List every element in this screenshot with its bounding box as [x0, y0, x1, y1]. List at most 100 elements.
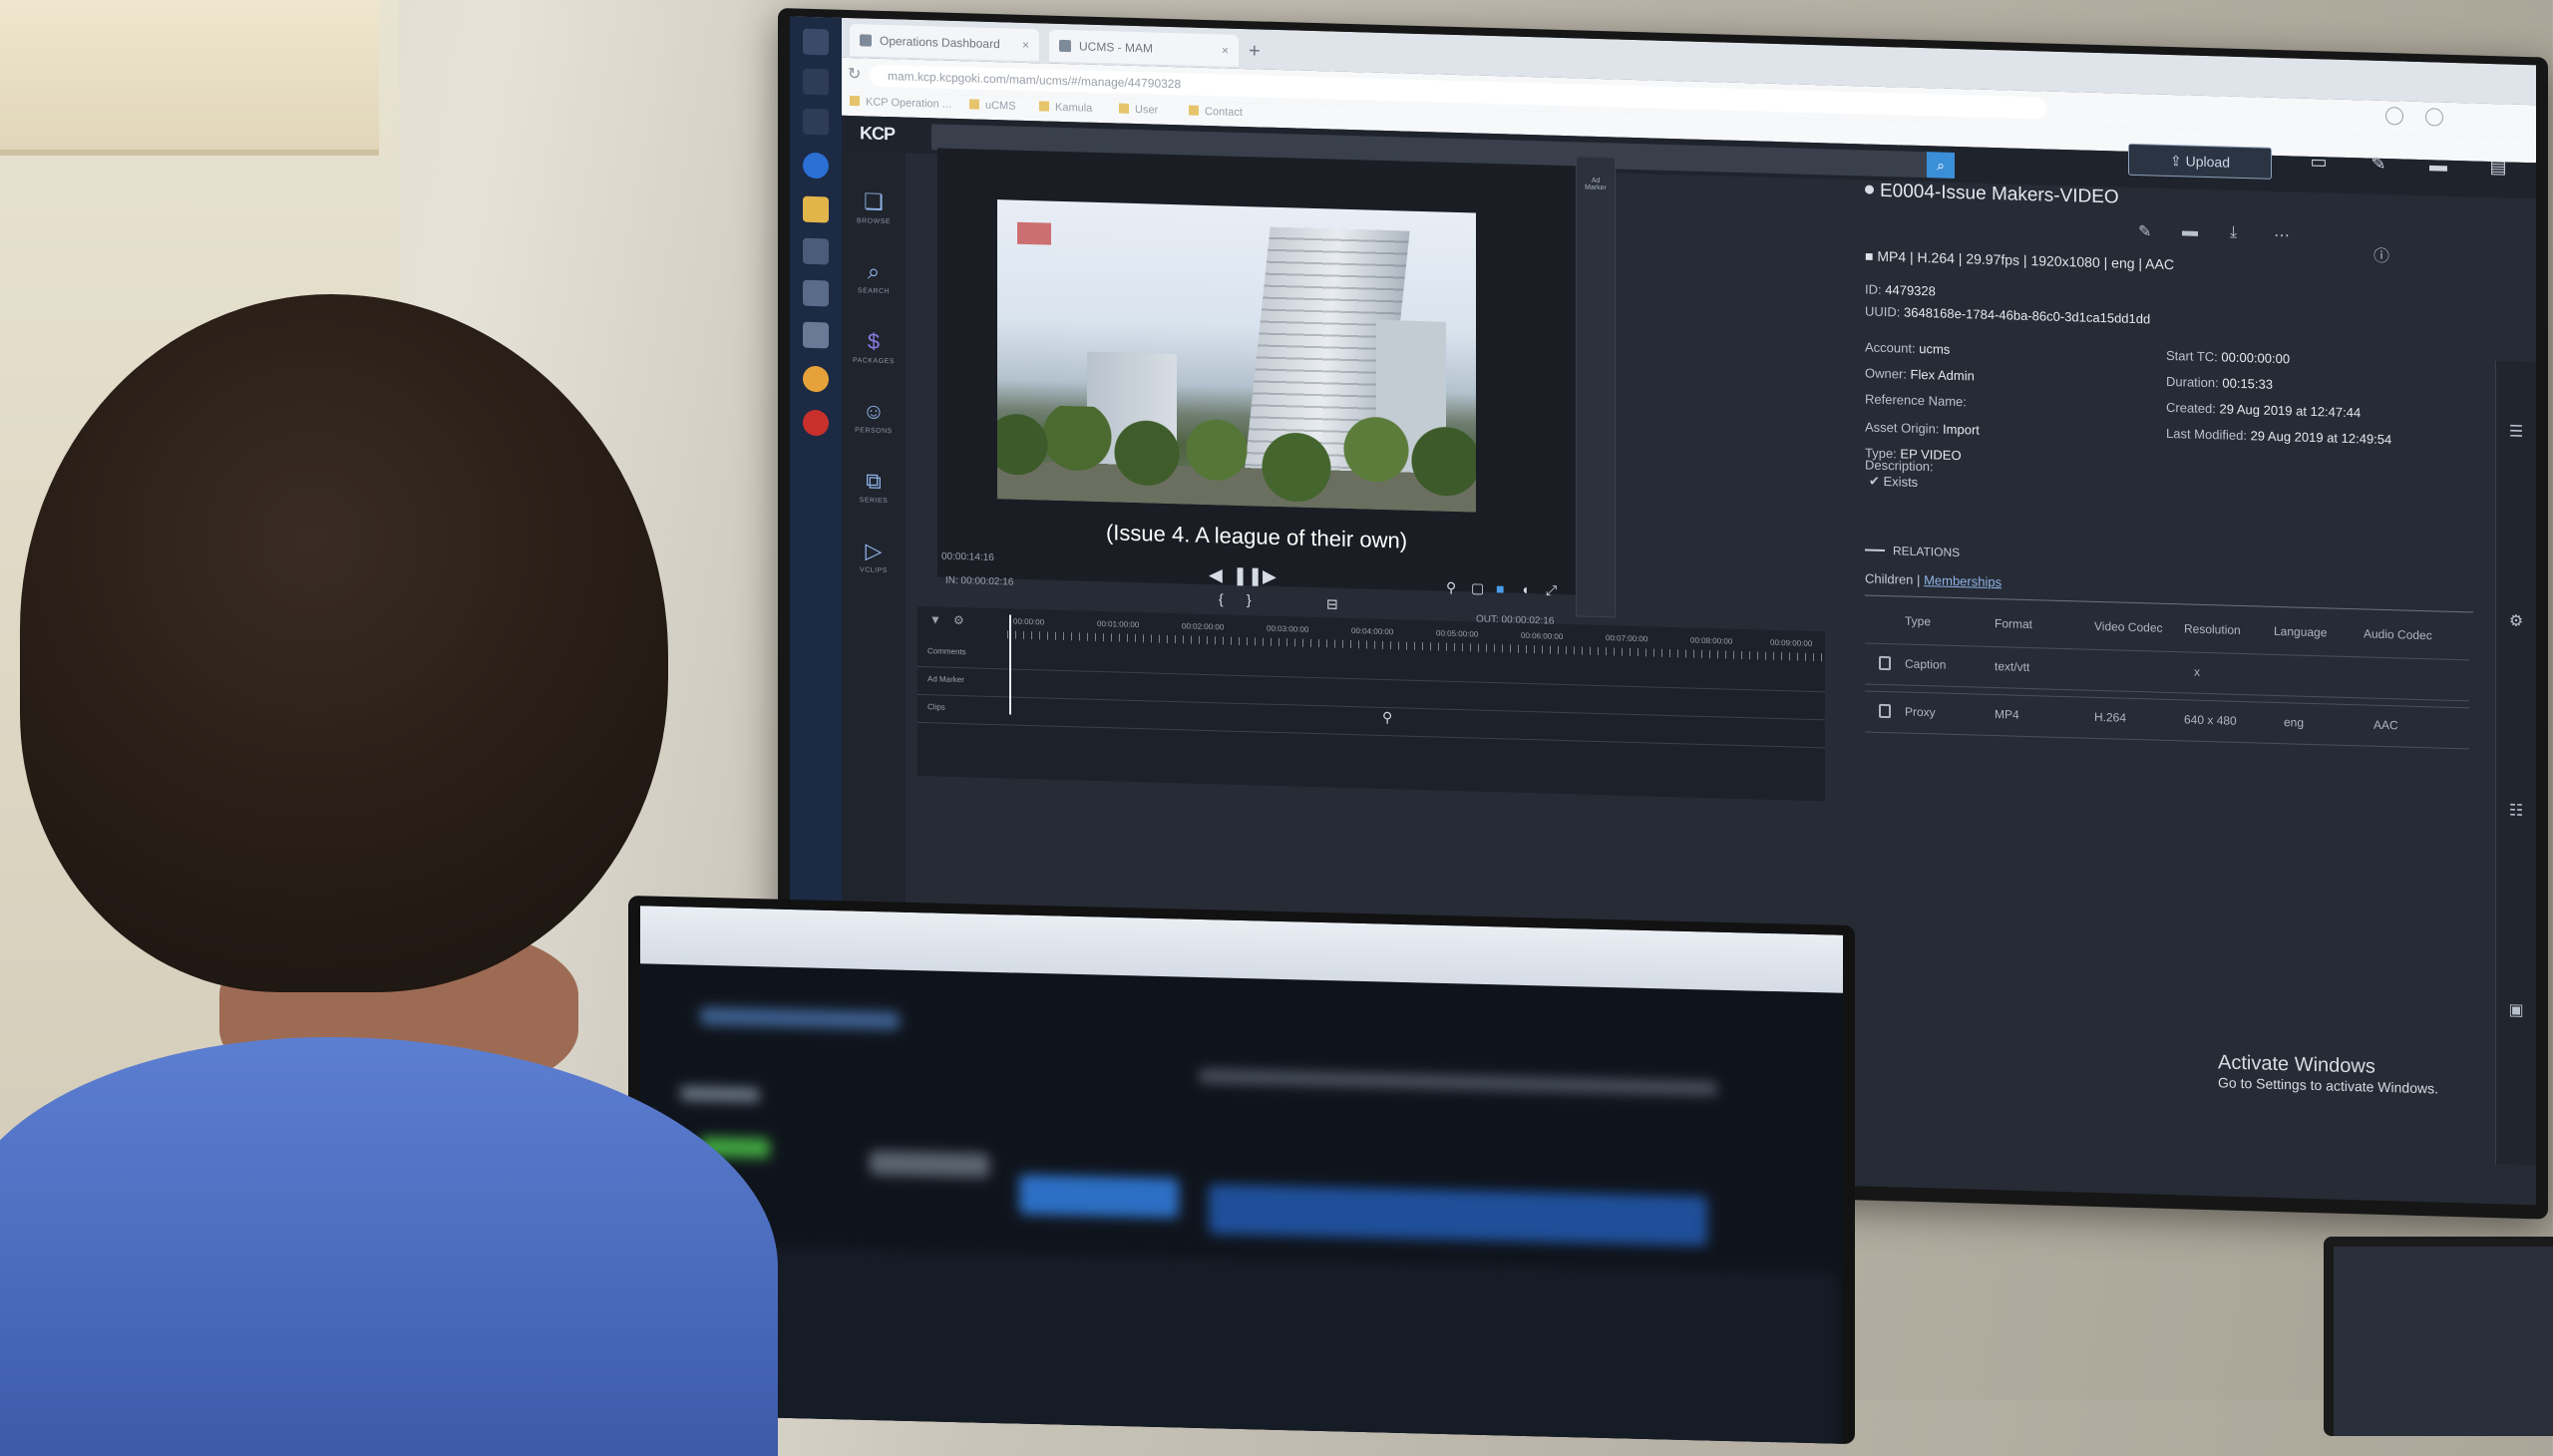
browse-icon: ❏	[864, 188, 884, 214]
tick-label: 00:01:00:00	[1097, 618, 1140, 630]
start-tc-value: 00:00:00:00	[2221, 349, 2291, 367]
more-icon[interactable]: ⋯	[2274, 225, 2290, 245]
start-tc-row: Start TC: 00:00:00:00	[2166, 348, 2290, 366]
mark-in-icon[interactable]: {	[1219, 590, 1224, 606]
ad-marker-label[interactable]: Ad Marker	[1581, 177, 1611, 191]
info-icon[interactable]: ⓘ	[2373, 242, 2389, 266]
edit-icon[interactable]: ✎	[2138, 221, 2151, 241]
id-value: 4479328	[1885, 282, 1936, 299]
modified-value: 29 Aug 2019 at 12:49:54	[2250, 428, 2392, 448]
second-laptop	[2324, 1237, 2553, 1436]
gear-icon[interactable]: ⚙	[2506, 610, 2526, 631]
duration-label: Duration:	[2166, 373, 2219, 391]
tab-memberships[interactable]: Memberships	[1924, 572, 2002, 589]
cell-resolution: x	[2194, 664, 2200, 679]
modified-label: Last Modified:	[2166, 425, 2247, 444]
account-label: Account:	[1865, 339, 1916, 356]
nav-item-series[interactable]: ⧉ SERIES	[842, 461, 906, 533]
pause-icon[interactable]: ❚❚	[1233, 565, 1263, 587]
volume-icon[interactable]: ◖	[1521, 581, 1529, 597]
edge-icon[interactable]	[803, 152, 829, 180]
profile-icon[interactable]	[2385, 107, 2403, 126]
id-row: ID: 4479328	[1865, 281, 1936, 298]
nav-item-search[interactable]: ⌕ SEARCH	[842, 251, 906, 323]
bookmark[interactable]: uCMS	[969, 99, 1016, 113]
browser-tab[interactable]: Operations Dashboard ×	[850, 24, 1039, 62]
app-icon[interactable]	[803, 321, 829, 349]
cell-resolution: 640 x 480	[2184, 712, 2237, 728]
bookmark[interactable]: KCP Operation ...	[850, 96, 951, 110]
column-header[interactable]: Resolution	[2184, 621, 2241, 637]
person-head	[20, 294, 668, 992]
tab-label: Operations Dashboard	[880, 33, 1000, 52]
nav-label: BROWSE	[856, 217, 892, 226]
column-header[interactable]: Language	[2274, 624, 2327, 639]
id-label: ID:	[1865, 281, 1882, 297]
search-icon[interactable]	[803, 68, 829, 96]
asset-title-text: E0004-Issue Makers-VIDEO	[1880, 180, 2119, 208]
tick-label: 00:02:00:00	[1182, 621, 1225, 632]
column-header[interactable]: Type	[1905, 614, 1931, 629]
fullscreen-icon[interactable]: ⤢	[1546, 582, 1557, 599]
close-tab-icon[interactable]: ×	[1022, 29, 1029, 61]
start-icon[interactable]	[803, 28, 829, 56]
created-value: 29 Aug 2019 at 12:47:44	[2219, 401, 2362, 421]
nav-item-persons[interactable]: ☺ PERSONS	[842, 391, 906, 463]
tick-label: 00:00:00	[1013, 616, 1045, 627]
browser-tab-active[interactable]: UCMS - MAM ×	[1049, 29, 1239, 67]
owner-label: Owner:	[1865, 365, 1907, 382]
mail-icon[interactable]	[803, 279, 829, 307]
reload-icon[interactable]: ↻	[848, 64, 861, 84]
bookmark[interactable]: Contact	[1189, 106, 1243, 119]
clip-icon[interactable]: ⊟	[1326, 595, 1338, 612]
nav-label: PERSONS	[855, 427, 893, 436]
cell-format: text/vtt	[1995, 659, 2030, 675]
column-header[interactable]: Format	[1995, 616, 2032, 631]
cell-video-codec: H.264	[2094, 709, 2127, 725]
play-icon[interactable]: ▶	[1263, 566, 1276, 587]
reference-label: Reference Name:	[1865, 391, 1967, 410]
laptop-ui-blur	[1209, 1184, 1707, 1247]
tab-children[interactable]: Children	[1865, 570, 1913, 586]
exists-status: ✔ Exists	[1869, 474, 1918, 491]
nav-item-browse[interactable]: ❏ BROWSE	[842, 182, 906, 253]
tab-separator: |	[1917, 571, 1921, 587]
table-row[interactable]: Proxy MP4 H.264 640 x 480 eng AAC	[1865, 690, 2469, 750]
filter-icon[interactable]: ▼	[929, 612, 941, 626]
laptop-screen	[640, 906, 1843, 1444]
task-view-icon[interactable]	[803, 108, 829, 136]
list-icon[interactable]: ☰	[2506, 421, 2526, 442]
menu-icon[interactable]	[2425, 108, 2443, 127]
folder-icon[interactable]: ▬	[2182, 222, 2198, 240]
series-icon: ⧉	[866, 468, 882, 494]
chat-icon[interactable]: ▣	[2506, 999, 2526, 1020]
file-explorer-icon[interactable]	[803, 195, 829, 223]
marker-icon[interactable]: ⚲	[1446, 579, 1456, 596]
list-detail-icon[interactable]: ☷	[2506, 800, 2526, 821]
column-header[interactable]: Video Codec	[2094, 619, 2163, 635]
close-tab-icon[interactable]: ×	[1222, 34, 1229, 66]
app-logo[interactable]: KCP	[860, 123, 895, 145]
bookmark[interactable]: Kamula	[1039, 101, 1092, 115]
download-icon[interactable]: ⤓	[2230, 224, 2237, 242]
column-header[interactable]: Audio Codec	[2364, 626, 2432, 642]
mark-out-icon[interactable]: }	[1247, 591, 1252, 607]
new-tab-icon[interactable]: +	[1249, 35, 1261, 67]
nav-item-packages[interactable]: $ PACKAGES	[842, 321, 906, 393]
nav-item-vclips[interactable]: ▷ VCLIPS	[842, 531, 906, 602]
chrome-icon[interactable]	[803, 365, 829, 393]
subtitle-toggle-icon[interactable]: ■	[1496, 580, 1504, 596]
caption-icon[interactable]: ▢	[1471, 579, 1484, 596]
tick-label: 00:07:00:00	[1606, 633, 1648, 644]
rewind-icon[interactable]: ◀	[1209, 564, 1223, 585]
laptop	[628, 896, 1855, 1445]
duration-row: Duration: 00:15:33	[2166, 374, 2273, 392]
timeline: ▼ ⚙ 00:00:00 00:01:00:00 00:02:00:00 00:…	[917, 605, 1825, 802]
video-frame[interactable]	[997, 199, 1476, 513]
playhead[interactable]	[1009, 614, 1011, 715]
bookmark[interactable]: User	[1119, 104, 1158, 117]
ad-marker-pin-icon[interactable]: ⚲	[1382, 709, 1392, 726]
settings-icon[interactable]: ⚙	[953, 613, 964, 627]
store-icon[interactable]	[803, 237, 829, 265]
opera-icon[interactable]	[803, 409, 829, 437]
